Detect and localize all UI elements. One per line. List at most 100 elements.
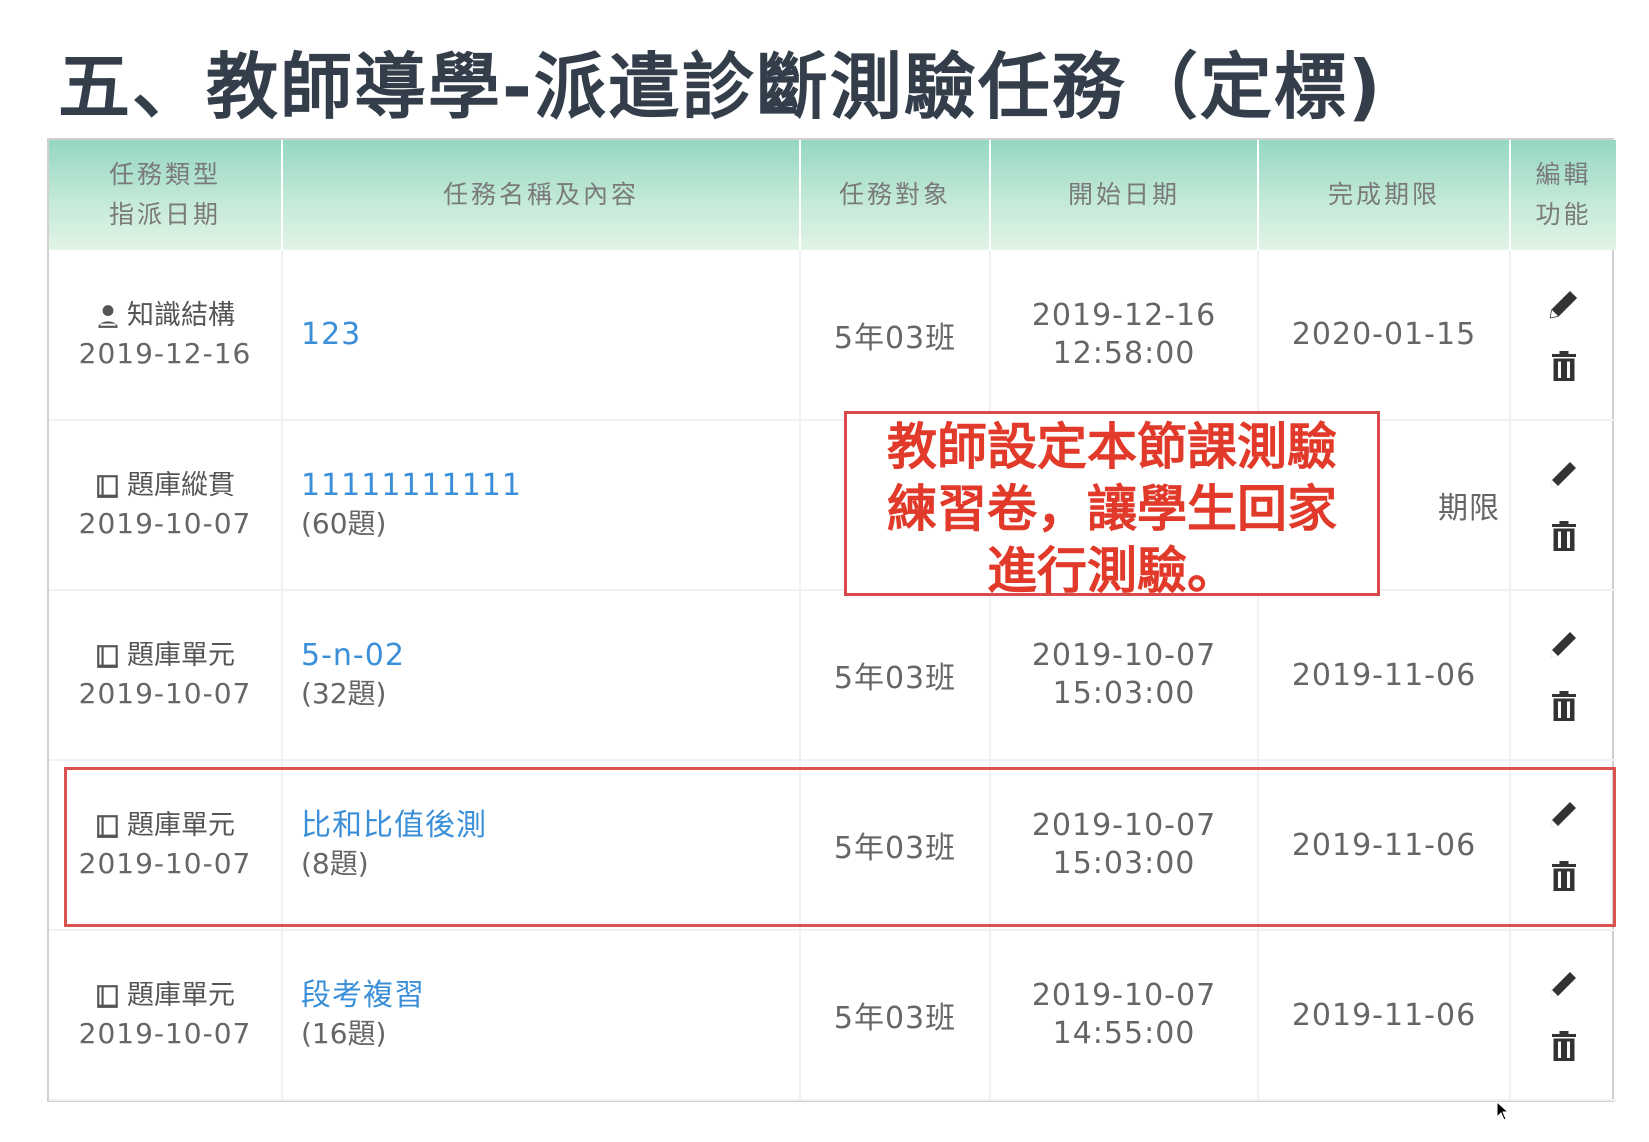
header-deadline: 完成期限: [1258, 140, 1511, 250]
deadline: 期限: [1438, 491, 1500, 526]
task-type: 題庫單元: [127, 810, 235, 841]
header-edit-line2: 功能: [1535, 200, 1592, 229]
trash-icon[interactable]: [1546, 688, 1582, 724]
question-count: (16題): [301, 1017, 387, 1050]
trash-icon[interactable]: [1546, 348, 1582, 384]
task-name-link[interactable]: 比和比值後測: [301, 807, 799, 845]
table-row: 題庫單元 2019-10-07 5-n-02 (32題) 5年03班 2019-…: [49, 590, 1616, 761]
deadline: 2019-11-06: [1291, 657, 1477, 693]
target-cell: 5年03班: [800, 760, 991, 931]
name-cell: 比和比值後測 (8題): [282, 760, 801, 931]
assigned-date: 2019-12-16: [78, 336, 252, 370]
assigned-date: 2019-10-07: [78, 677, 252, 710]
pencil-icon[interactable]: [1546, 456, 1582, 492]
pencil-icon[interactable]: [1546, 286, 1582, 322]
header-start: 開始日期: [990, 140, 1259, 250]
trash-icon[interactable]: [1546, 858, 1582, 894]
deadline-cell: 2020-01-15: [1258, 250, 1511, 421]
callout-annotation: 教師設定本節課測驗 練習卷，讓學生回家 進行測驗。: [844, 411, 1380, 600]
edit-cell: [1510, 930, 1616, 1101]
task-type: 題庫單元: [127, 640, 235, 671]
question-count: (60題): [301, 507, 387, 540]
task-name-link[interactable]: 11111111111: [301, 467, 799, 505]
header-type-line2: 指派日期: [108, 200, 221, 229]
book-icon: [97, 475, 118, 498]
book-icon: [97, 645, 118, 668]
type-cell: 題庫單元 2019-10-07: [49, 760, 283, 931]
callout-line-3: 進行測驗。: [987, 542, 1237, 600]
callout-line-1: 教師設定本節課測驗: [887, 418, 1337, 476]
assigned-date: 2019-10-07: [78, 1017, 252, 1050]
task-target: 5年03班: [833, 661, 957, 696]
start-cell: 2019-10-07 15:03:00: [990, 760, 1259, 931]
table-row: 知識結構 2019-12-16 123 5年03班 2019-12-16 12:…: [49, 250, 1616, 421]
task-target: 5年03班: [833, 320, 957, 356]
start-time: 14:55:00: [1052, 1016, 1196, 1051]
book-icon: [97, 815, 118, 838]
task-type: 題庫單元: [127, 980, 235, 1011]
header-type: 任務類型 指派日期: [49, 140, 283, 250]
header-edit: 編輯 功能: [1510, 140, 1616, 250]
trash-icon[interactable]: [1546, 1028, 1582, 1064]
type-cell: 題庫單元 2019-10-07: [49, 590, 283, 761]
start-date: 2019-10-07: [1031, 808, 1217, 843]
book-icon: [97, 985, 118, 1008]
page-title: 五、教師導學-派遣診斷測驗任務（定標): [58, 45, 1383, 129]
name-cell: 11111111111 (60題): [282, 420, 801, 591]
task-type: 知識結構: [127, 299, 235, 331]
task-target: 5年03班: [833, 831, 957, 866]
start-date: 2019-10-07: [1031, 978, 1217, 1013]
start-date: 2019-12-16: [1031, 297, 1217, 333]
header-target: 任務對象: [800, 140, 991, 250]
assigned-date: 2019-10-07: [78, 507, 252, 540]
person-icon: [98, 304, 118, 328]
edit-cell: [1510, 760, 1616, 931]
start-date: 2019-10-07: [1031, 638, 1217, 673]
start-time: 15:03:00: [1052, 846, 1196, 881]
deadline-cell: 2019-11-06: [1258, 930, 1511, 1101]
task-target: 5年03班: [833, 1001, 957, 1036]
task-table: 任務類型 指派日期 任務名稱及內容 任務對象 開始日期 完成期限 編輯 功能 知…: [47, 138, 1616, 1102]
header-edit-line1: 編輯: [1535, 160, 1592, 189]
name-cell: 段考複習 (16題): [282, 930, 801, 1101]
target-cell: 5年03班: [800, 250, 991, 421]
callout-line-2: 練習卷，讓學生回家: [887, 480, 1337, 538]
type-cell: 知識結構 2019-12-16: [49, 250, 283, 421]
deadline-cell: 2019-11-06: [1258, 590, 1511, 761]
edit-cell: [1510, 420, 1616, 591]
table-row: 題庫縱貫 2019-10-07 11111111111 (60題) 期限: [49, 420, 1616, 591]
target-cell: 5年03班: [800, 590, 991, 761]
start-time: 12:58:00: [1052, 335, 1196, 371]
start-cell: 2019-10-07 14:55:00: [990, 930, 1259, 1101]
deadline-cell: 2019-11-06: [1258, 760, 1511, 931]
start-time: 15:03:00: [1052, 676, 1196, 711]
assigned-date: 2019-10-07: [78, 847, 252, 880]
deadline: 2019-11-06: [1291, 997, 1477, 1033]
cursor-icon: [1496, 1101, 1510, 1121]
table-row: 題庫單元 2019-10-07 段考複習 (16題) 5年03班 2019-10…: [49, 930, 1616, 1101]
table-header-row: 任務類型 指派日期 任務名稱及內容 任務對象 開始日期 完成期限 編輯 功能: [49, 140, 1616, 250]
trash-icon[interactable]: [1546, 518, 1582, 554]
pencil-icon[interactable]: [1546, 626, 1582, 662]
edit-cell: [1510, 250, 1616, 421]
name-cell: 5-n-02 (32題): [282, 590, 801, 761]
deadline: 2019-11-06: [1291, 827, 1477, 863]
task-type: 題庫縱貫: [127, 470, 235, 501]
table-row: 題庫單元 2019-10-07 比和比值後測 (8題) 5年03班 2019-1…: [49, 760, 1616, 931]
type-cell: 題庫縱貫 2019-10-07: [49, 420, 283, 591]
type-cell: 題庫單元 2019-10-07: [49, 930, 283, 1101]
question-count: (32題): [301, 677, 387, 710]
deadline: 2020-01-15: [1291, 317, 1477, 352]
target-cell: 5年03班: [800, 930, 991, 1101]
name-cell: 123: [282, 250, 801, 421]
task-name-link[interactable]: 5-n-02: [301, 637, 799, 675]
task-name-link[interactable]: 123: [301, 316, 799, 354]
question-count: (8題): [301, 847, 369, 880]
start-cell: 2019-10-07 15:03:00: [990, 590, 1259, 761]
task-name-link[interactable]: 段考複習: [301, 977, 799, 1015]
pencil-icon[interactable]: [1546, 966, 1582, 1002]
pencil-icon[interactable]: [1546, 796, 1582, 832]
header-name: 任務名稱及內容: [282, 140, 801, 250]
start-cell: 2019-12-16 12:58:00: [990, 250, 1259, 421]
edit-cell: [1510, 590, 1616, 761]
